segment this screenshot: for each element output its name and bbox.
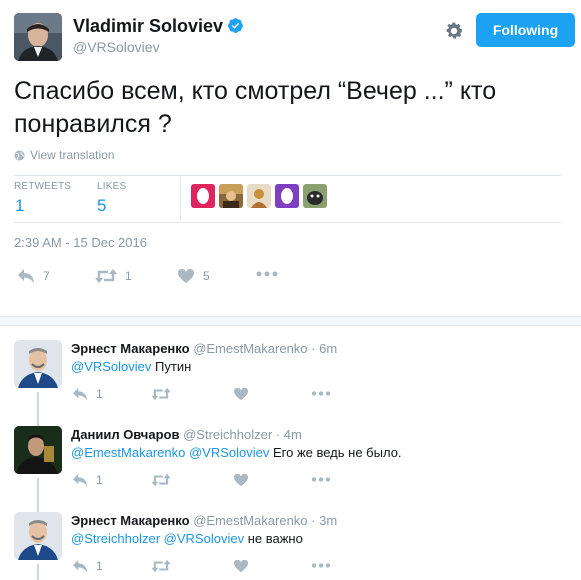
liker-avatar[interactable] bbox=[219, 184, 243, 208]
gear-icon[interactable] bbox=[443, 20, 465, 42]
author-handle[interactable]: @VRSoloviev bbox=[73, 39, 160, 55]
like-action[interactable] bbox=[233, 473, 249, 487]
reply-header: Эрнест Макаренко @EmestMakarenko · 6m bbox=[71, 341, 337, 356]
reply-header: Даниил Овчаров @Streichholzer · 4m bbox=[71, 427, 302, 442]
reply-avatar[interactable] bbox=[14, 340, 62, 388]
like-action[interactable]: 5 bbox=[177, 268, 210, 284]
reply-action[interactable]: 1 bbox=[72, 473, 103, 487]
author-name-text[interactable]: Vladimir Soloviev bbox=[73, 16, 223, 36]
reply-body: не важно bbox=[244, 531, 303, 546]
tweet-text: Спасибо всем, кто смотрел “Вечер ...” кт… bbox=[14, 77, 497, 138]
more-icon bbox=[311, 477, 331, 482]
reply-author-handle[interactable]: @EmestMakarenko · 6m bbox=[193, 341, 337, 356]
tweet-timestamp[interactable]: 2:39 AM - 15 Dec 2016 bbox=[14, 235, 147, 250]
likes-value[interactable]: 5 bbox=[97, 196, 106, 216]
reply-action[interactable]: 7 bbox=[17, 268, 50, 284]
reply-count: 1 bbox=[96, 473, 103, 487]
reply-text: @VRSoloviev Путин bbox=[71, 359, 191, 374]
reply-count: 7 bbox=[43, 269, 50, 283]
more-action[interactable] bbox=[311, 390, 331, 397]
reply-author-handle[interactable]: @Streichholzer · 4m bbox=[183, 427, 302, 442]
heart-icon bbox=[234, 559, 248, 573]
likers-avatars bbox=[191, 184, 327, 208]
author-name[interactable]: Vladimir Soloviev bbox=[73, 16, 244, 37]
retweet-icon bbox=[151, 387, 171, 401]
retweet-action[interactable]: 1 bbox=[95, 268, 132, 284]
retweet-action[interactable] bbox=[151, 387, 171, 401]
reply-tweet[interactable]: Даниил Овчаров @Streichholzer · 4m @Emes… bbox=[0, 412, 581, 498]
reply-action[interactable]: 1 bbox=[72, 559, 103, 573]
like-action[interactable] bbox=[233, 387, 249, 401]
reply-author-name[interactable]: Эрнест Макаренко bbox=[71, 341, 190, 356]
reply-body: Его же ведь не было. bbox=[269, 445, 402, 460]
globe-icon bbox=[14, 149, 25, 161]
reply-author-handle[interactable]: @EmestMakarenko · 3m bbox=[193, 513, 337, 528]
retweet-action[interactable] bbox=[151, 473, 171, 487]
main-tweet: Vladimir Soloviev @VRSoloviev Following … bbox=[0, 0, 581, 316]
more-icon bbox=[311, 563, 331, 568]
reply-icon bbox=[18, 269, 34, 283]
divider bbox=[14, 175, 561, 176]
reply-icon bbox=[73, 559, 87, 573]
reply-author-name[interactable]: Даниил Овчаров bbox=[71, 427, 179, 442]
more-action[interactable] bbox=[311, 562, 331, 569]
reply-body: Путин bbox=[151, 359, 192, 374]
mention-link[interactable]: @EmestMakarenko @VRSoloviev bbox=[71, 445, 269, 460]
heart-icon bbox=[178, 269, 194, 283]
reply-icon bbox=[73, 473, 87, 487]
likes-label: LIKES bbox=[97, 181, 127, 192]
author-avatar[interactable] bbox=[14, 13, 62, 61]
retweet-icon bbox=[151, 559, 171, 573]
heart-icon bbox=[234, 473, 248, 487]
divider bbox=[14, 222, 561, 223]
following-button[interactable]: Following bbox=[476, 13, 575, 47]
like-action[interactable] bbox=[233, 559, 249, 573]
heart-icon bbox=[234, 387, 248, 401]
retweets-label: RETWEETS bbox=[14, 181, 72, 192]
section-gap bbox=[0, 316, 581, 326]
reply-count: 1 bbox=[96, 387, 103, 401]
stats-separator bbox=[180, 176, 181, 220]
like-count: 5 bbox=[203, 269, 210, 283]
reply-author-name[interactable]: Эрнест Макаренко bbox=[71, 513, 190, 528]
retweet-icon bbox=[151, 473, 171, 487]
reply-icon bbox=[73, 387, 87, 401]
view-translation-link[interactable]: View translation bbox=[14, 148, 115, 162]
reply-tweet[interactable]: Эрнест Макаренко @EmestMakarenko · 6m @V… bbox=[0, 326, 581, 412]
more-icon bbox=[256, 271, 278, 277]
mention-link[interactable]: @Streichholzer @VRSoloviev bbox=[71, 531, 244, 546]
reply-avatar[interactable] bbox=[14, 426, 62, 474]
liker-avatar[interactable] bbox=[191, 184, 215, 208]
more-action[interactable] bbox=[311, 476, 331, 483]
reply-tweet[interactable]: Эрнест Макаренко @EmestMakarenko · 3m @S… bbox=[0, 498, 581, 580]
retweet-count: 1 bbox=[125, 269, 132, 283]
more-icon bbox=[311, 391, 331, 396]
reply-avatar[interactable] bbox=[14, 512, 62, 560]
liker-avatar[interactable] bbox=[303, 184, 327, 208]
retweet-icon bbox=[95, 269, 117, 283]
reply-text: @Streichholzer @VRSoloviev не важно bbox=[71, 531, 303, 546]
reply-header: Эрнест Макаренко @EmestMakarenko · 3m bbox=[71, 513, 337, 528]
verified-badge-icon bbox=[228, 18, 243, 33]
mention-link[interactable]: @VRSoloviev bbox=[71, 359, 151, 374]
more-action[interactable] bbox=[256, 270, 278, 278]
view-translation-label[interactable]: View translation bbox=[30, 148, 115, 162]
liker-avatar[interactable] bbox=[247, 184, 271, 208]
reply-text: @EmestMakarenko @VRSoloviev Его же ведь … bbox=[71, 445, 402, 460]
reply-action[interactable]: 1 bbox=[72, 387, 103, 401]
retweets-value[interactable]: 1 bbox=[15, 196, 24, 216]
liker-avatar[interactable] bbox=[275, 184, 299, 208]
retweet-action[interactable] bbox=[151, 559, 171, 573]
reply-count: 1 bbox=[96, 559, 103, 573]
